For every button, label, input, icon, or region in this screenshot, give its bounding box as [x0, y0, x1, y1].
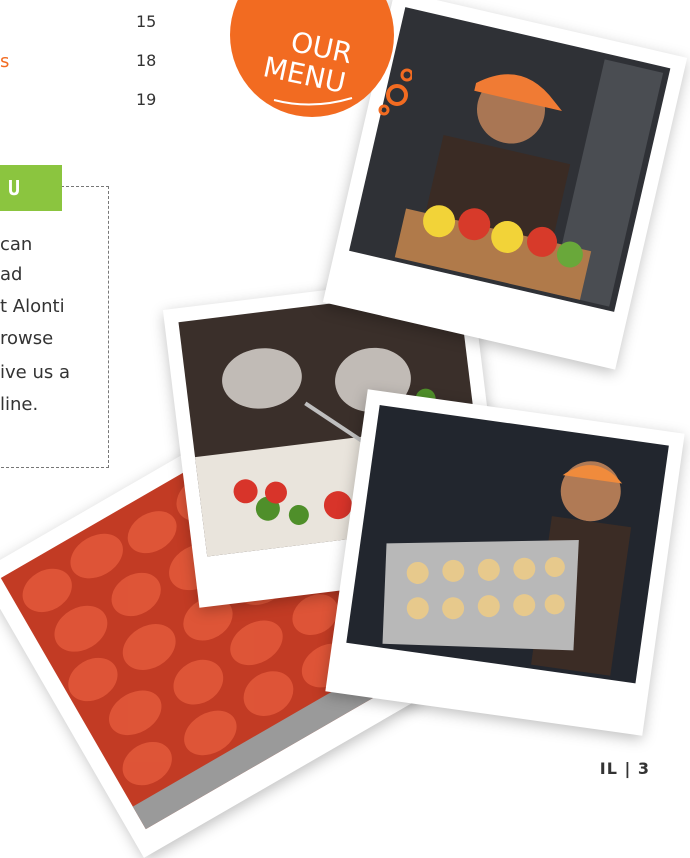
intro-box [0, 186, 109, 468]
our-menu-badge-graphic: OUR MENU [230, 0, 414, 117]
our-menu-badge: OUR MENU [212, 0, 414, 120]
intro-text-line: t Alonti [0, 296, 65, 317]
toc-entry-fragment[interactable]: s [0, 51, 9, 72]
intro-text-line: ive us a [0, 362, 70, 383]
intro-text-line: can [0, 234, 33, 255]
cookie-tray-image [346, 405, 669, 684]
section-banner: U [0, 165, 62, 211]
intro-text-line: line. [0, 394, 39, 415]
page-number: IL | 3 [599, 759, 650, 778]
intro-text-line: ad [0, 264, 23, 285]
toc-page-number: 19 [136, 90, 157, 109]
photo-cookie-tray [325, 389, 685, 736]
intro-text-line: rowse [0, 328, 54, 349]
toc-page-number: 18 [136, 51, 157, 70]
toc-page-number: 15 [136, 12, 157, 31]
